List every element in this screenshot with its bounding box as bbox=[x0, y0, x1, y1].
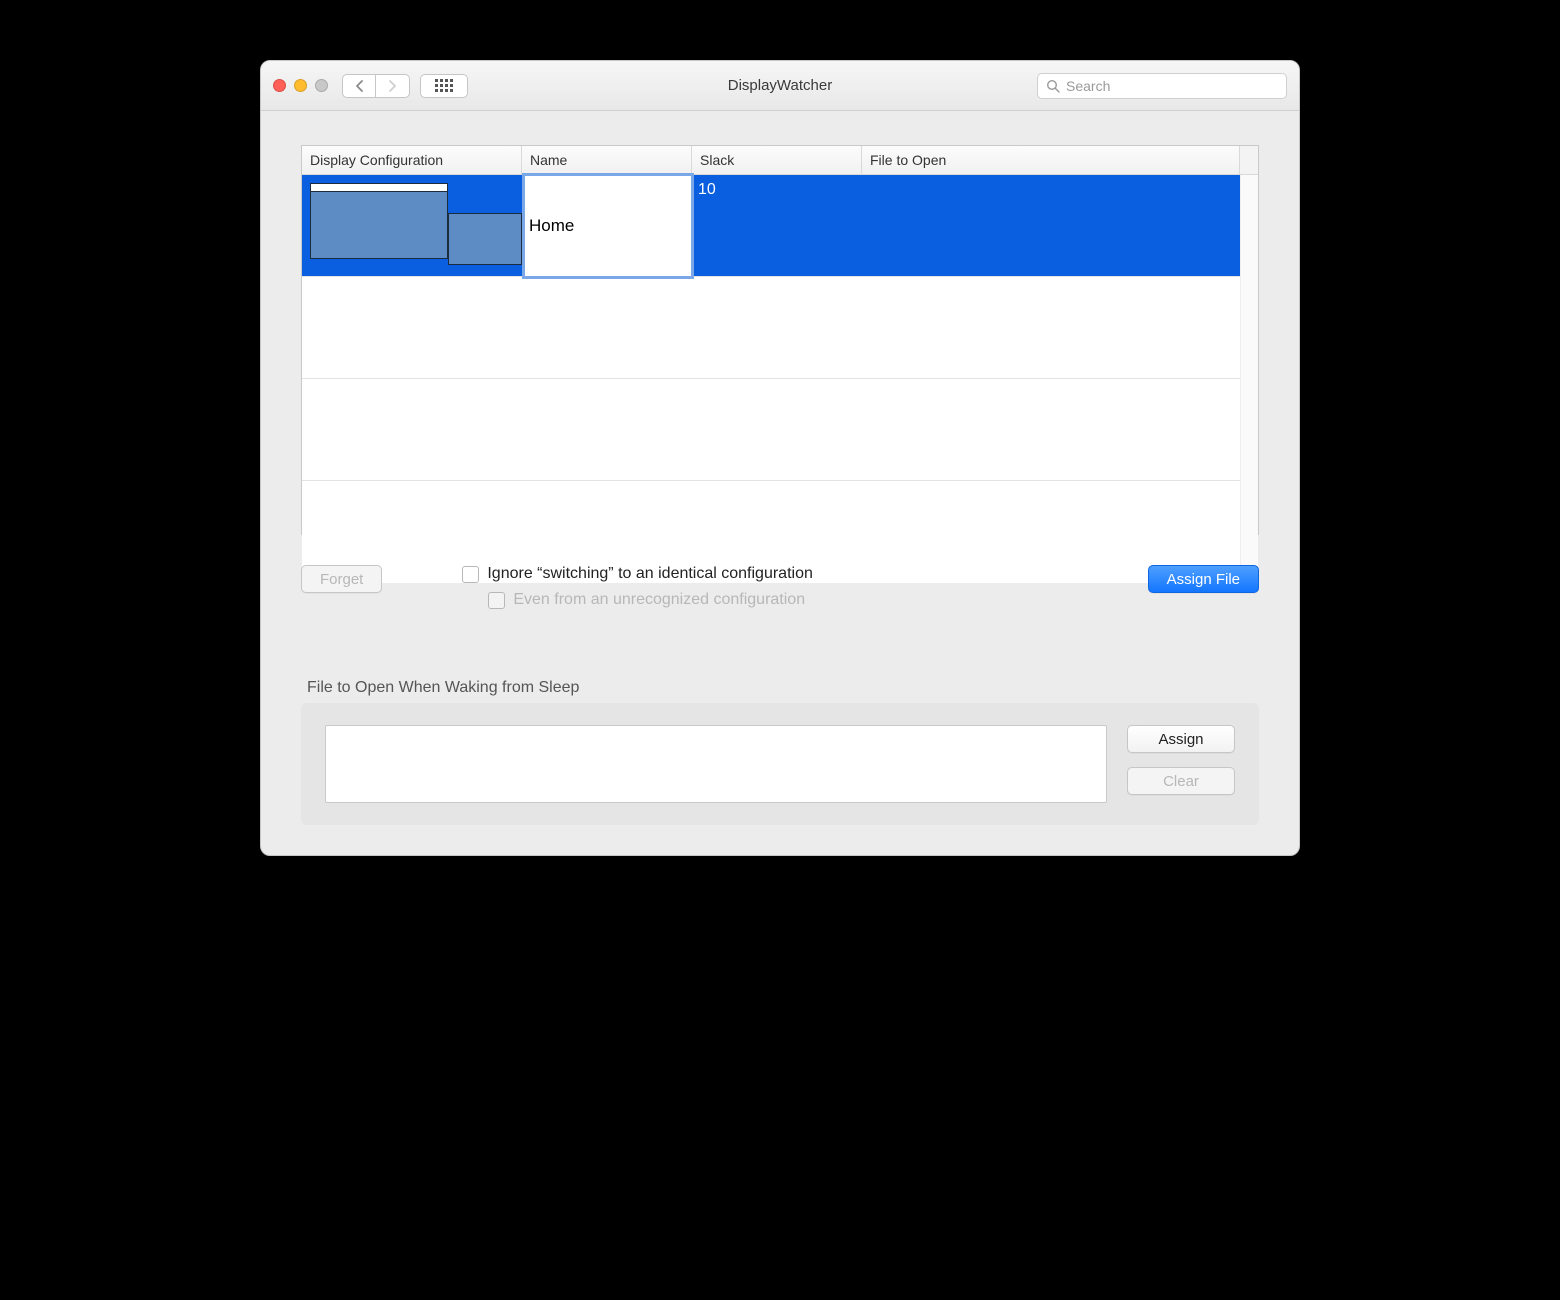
zoom-window-button[interactable] bbox=[315, 79, 328, 92]
close-window-button[interactable] bbox=[273, 79, 286, 92]
chevron-left-icon bbox=[355, 80, 364, 92]
preferences-window: DisplayWatcher Display Configuration Nam… bbox=[260, 60, 1300, 856]
display-arrangement-icon bbox=[308, 179, 516, 272]
minimize-window-button[interactable] bbox=[294, 79, 307, 92]
cell-display-configuration bbox=[302, 175, 522, 276]
back-button[interactable] bbox=[342, 74, 376, 98]
cell-slack: 10 bbox=[692, 175, 862, 276]
wake-panel: Assign Clear bbox=[301, 703, 1259, 825]
table-header: Display Configuration Name Slack File to… bbox=[302, 146, 1258, 175]
forward-button[interactable] bbox=[376, 74, 410, 98]
cell-name[interactable] bbox=[522, 175, 692, 276]
even-unrecognized-label: Even from an unrecognized configuration bbox=[513, 591, 805, 609]
even-unrecognized-checkbox: Even from an unrecognized configuration bbox=[488, 591, 813, 609]
window-traffic-lights bbox=[273, 79, 328, 92]
show-all-button[interactable] bbox=[420, 74, 468, 98]
ignore-switching-checkbox[interactable]: Ignore “switching” to an identical confi… bbox=[462, 565, 813, 583]
table-row[interactable]: 10 bbox=[302, 175, 1240, 277]
column-slack[interactable]: Slack bbox=[692, 146, 862, 174]
search-icon bbox=[1046, 79, 1060, 93]
vertical-scrollbar[interactable] bbox=[1240, 175, 1258, 583]
column-display-configuration[interactable]: Display Configuration bbox=[302, 146, 522, 174]
content-area: Display Configuration Name Slack File to… bbox=[261, 111, 1299, 855]
table-row-empty[interactable] bbox=[302, 379, 1240, 481]
table-row-empty[interactable] bbox=[302, 277, 1240, 379]
cell-file bbox=[862, 175, 1240, 276]
monitor-primary-icon bbox=[310, 183, 448, 259]
assign-file-button[interactable]: Assign File bbox=[1148, 565, 1259, 593]
configurations-table: Display Configuration Name Slack File to… bbox=[301, 145, 1259, 535]
checkbox-box bbox=[488, 592, 505, 609]
column-name[interactable]: Name bbox=[522, 146, 692, 174]
wake-assign-button[interactable]: Assign bbox=[1127, 725, 1235, 753]
wake-section-label: File to Open When Waking from Sleep bbox=[301, 679, 1259, 697]
chevron-right-icon bbox=[388, 80, 397, 92]
forget-button[interactable]: Forget bbox=[301, 565, 382, 593]
slack-value: 10 bbox=[698, 179, 856, 199]
search-input[interactable] bbox=[1066, 78, 1278, 94]
search-field[interactable] bbox=[1037, 73, 1287, 99]
column-scroll-gutter bbox=[1240, 146, 1258, 174]
monitor-secondary-icon bbox=[448, 213, 522, 265]
titlebar: DisplayWatcher bbox=[261, 61, 1299, 111]
checkbox-box bbox=[462, 566, 479, 583]
column-file[interactable]: File to Open bbox=[862, 146, 1240, 174]
wake-file-path-display bbox=[325, 725, 1107, 803]
name-edit-input[interactable] bbox=[522, 173, 694, 279]
grid-icon bbox=[435, 79, 453, 92]
ignore-switching-label: Ignore “switching” to an identical confi… bbox=[487, 565, 813, 583]
nav-buttons bbox=[342, 74, 410, 98]
wake-clear-button[interactable]: Clear bbox=[1127, 767, 1235, 795]
